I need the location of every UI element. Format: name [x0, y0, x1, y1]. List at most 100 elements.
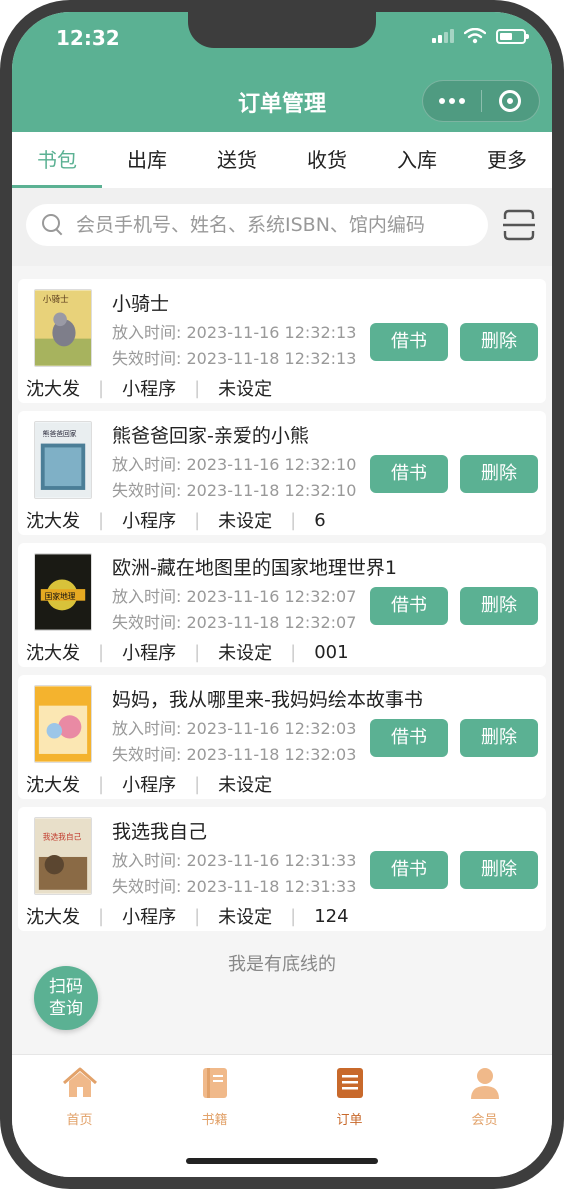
member-name: 沈大发: [26, 379, 80, 400]
order-source: 小程序: [122, 511, 177, 532]
app-screen: 12:32 订单管理 书包 出库 送货 收货 入库 更多 会员手机号、姓名、系统…: [12, 12, 552, 1177]
order-extra: 6: [314, 509, 326, 531]
scan-query-label-2: 查询: [49, 999, 83, 1019]
search-box: [26, 204, 488, 246]
borrow-button[interactable]: 借书: [370, 455, 448, 493]
svg-text:小骑士: 小骑士: [43, 293, 69, 305]
book-cover-image: [34, 685, 92, 763]
wifi-icon: [464, 28, 486, 44]
order-extra: 124: [314, 905, 349, 927]
order-meta: 沈大发 | 小程序 | 未设定: [26, 771, 272, 797]
order-icon: [336, 1068, 363, 1098]
order-card: 妈妈，我从哪里来-我妈妈绘本故事书 放入时间: 2023-11-16 12:32…: [18, 675, 546, 799]
delete-button[interactable]: 删除: [460, 323, 538, 361]
tab-more[interactable]: 更多: [462, 132, 552, 188]
scan-icon[interactable]: [502, 208, 536, 242]
order-setting: 未设定: [218, 643, 273, 664]
put-in-time: 放入时间: 2023-11-16 12:32:07: [112, 587, 357, 606]
order-source: 小程序: [122, 907, 177, 928]
borrow-button[interactable]: 借书: [370, 719, 448, 757]
borrow-button[interactable]: 借书: [370, 587, 448, 625]
expire-time: 失效时间: 2023-11-18 12:31:33: [112, 877, 357, 896]
signal-icon: [432, 29, 454, 43]
search-icon: [42, 214, 64, 236]
member-name: 沈大发: [26, 907, 80, 928]
delete-button[interactable]: 删除: [460, 851, 538, 889]
nav-books-label: 书籍: [201, 1113, 228, 1128]
book-icon: [202, 1068, 227, 1098]
order-meta: 沈大发 | 小程序 | 未设定 | 6: [26, 507, 326, 533]
expire-time: 失效时间: 2023-11-18 12:32:10: [112, 481, 357, 500]
more-menu-button[interactable]: [423, 98, 481, 104]
member-name: 沈大发: [26, 511, 80, 532]
order-card: 熊爸爸回家 熊爸爸回家-亲爱的小熊 放入时间: 2023-11-16 12:32…: [18, 411, 546, 535]
nav-home-label: 首页: [66, 1113, 93, 1128]
phone-frame: 12:32 订单管理 书包 出库 送货 收货 入库 更多 会员手机号、姓名、系统…: [0, 0, 564, 1189]
member-icon: [470, 1068, 499, 1099]
svg-text:我选我自己: 我选我自己: [43, 832, 82, 842]
expire-time: 失效时间: 2023-11-18 12:32:03: [112, 745, 357, 764]
book-cover-image: 熊爸爸回家: [34, 421, 92, 499]
member-name: 沈大发: [26, 775, 80, 796]
svg-text:熊爸爸回家: 熊爸爸回家: [43, 429, 77, 438]
book-cover-image: 国家地理: [34, 553, 92, 631]
order-meta: 沈大发 | 小程序 | 未设定 | 124: [26, 903, 349, 929]
order-source: 小程序: [122, 775, 177, 796]
book-title: 我选我自己: [112, 821, 208, 843]
status-time: 12:32: [56, 26, 120, 50]
nav-orders-label: 订单: [336, 1113, 363, 1128]
book-cover-image: 我选我自己: [34, 817, 92, 895]
list-end-text: 我是有底线的: [228, 954, 336, 975]
scan-query-label-1: 扫码: [49, 977, 83, 997]
notch: [188, 12, 376, 48]
tab-delivery[interactable]: 送货: [192, 132, 282, 188]
order-setting: 未设定: [218, 379, 273, 400]
put-in-time: 放入时间: 2023-11-16 12:32:10: [112, 455, 357, 474]
order-card: 小骑士 小骑士 放入时间: 2023-11-16 12:32:13 失效时间: …: [18, 279, 546, 403]
put-in-time: 放入时间: 2023-11-16 12:31:33: [112, 851, 357, 870]
nav-members[interactable]: 会员: [417, 1055, 552, 1177]
scan-query-button[interactable]: 扫码 查询: [34, 966, 98, 1030]
nav-home[interactable]: 首页: [12, 1055, 147, 1177]
order-setting: 未设定: [218, 907, 273, 928]
battery-icon: [496, 28, 529, 44]
order-source: 小程序: [122, 643, 177, 664]
tab-bag[interactable]: 书包: [12, 132, 102, 188]
tab-bar: 书包 出库 送货 收货 入库 更多: [12, 132, 552, 188]
delete-button[interactable]: 删除: [460, 587, 538, 625]
expire-time: 失效时间: 2023-11-18 12:32:13: [112, 349, 357, 368]
miniprogram-capsule: [422, 80, 540, 122]
search-input[interactable]: [76, 214, 466, 236]
order-meta: 沈大发 | 小程序 | 未设定 | 001: [26, 639, 349, 665]
book-cover-image: 小骑士: [34, 289, 92, 367]
member-name: 沈大发: [26, 643, 80, 664]
book-title: 妈妈，我从哪里来-我妈妈绘本故事书: [112, 689, 423, 711]
book-title: 熊爸爸回家-亲爱的小熊: [112, 425, 309, 447]
put-in-time: 放入时间: 2023-11-16 12:32:03: [112, 719, 357, 738]
delete-button[interactable]: 删除: [460, 719, 538, 757]
borrow-button[interactable]: 借书: [370, 323, 448, 361]
tab-receive[interactable]: 收货: [282, 132, 372, 188]
close-miniprogram-button[interactable]: [481, 90, 539, 112]
order-meta: 沈大发 | 小程序 | 未设定: [26, 375, 272, 401]
expire-time: 失效时间: 2023-11-18 12:32:07: [112, 613, 357, 632]
nav-members-label: 会员: [471, 1113, 498, 1128]
status-icons: [432, 28, 529, 44]
target-icon: [499, 90, 522, 112]
order-card: 国家地理 欧洲-藏在地图里的国家地理世界1 放入时间: 2023-11-16 1…: [18, 543, 546, 667]
svg-text:国家地理: 国家地理: [45, 591, 76, 601]
tab-inbound[interactable]: 入库: [372, 132, 462, 188]
search-row: [12, 188, 552, 266]
delete-button[interactable]: 删除: [460, 455, 538, 493]
order-setting: 未设定: [218, 775, 273, 796]
book-title: 小骑士: [112, 293, 170, 315]
home-indicator: [186, 1158, 378, 1164]
order-source: 小程序: [122, 379, 177, 400]
borrow-button[interactable]: 借书: [370, 851, 448, 889]
put-in-time: 放入时间: 2023-11-16 12:32:13: [112, 323, 357, 342]
tab-outbound[interactable]: 出库: [102, 132, 192, 188]
home-icon: [62, 1067, 97, 1097]
order-card: 我选我自己 我选我自己 放入时间: 2023-11-16 12:31:33 失效…: [18, 807, 546, 931]
order-setting: 未设定: [218, 511, 273, 532]
book-title: 欧洲-藏在地图里的国家地理世界1: [112, 557, 397, 579]
